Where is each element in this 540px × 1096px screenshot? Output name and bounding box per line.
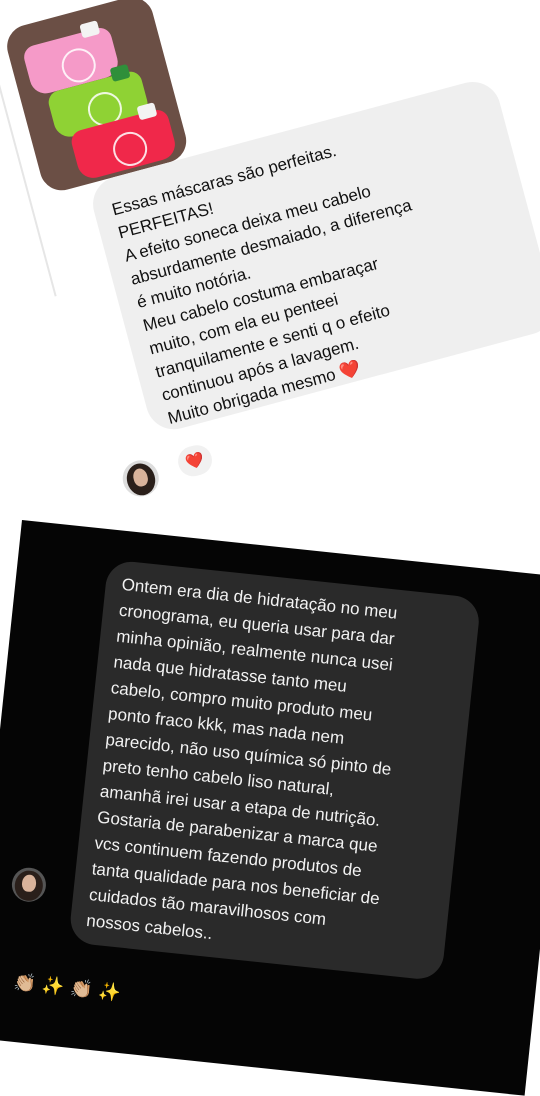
dark-message-bubble: Ontem era dia de hidratação no meu crono… — [68, 559, 482, 982]
dark-chat-screenshot: Ontem era dia de hidratação no meu crono… — [0, 520, 540, 1096]
heart-reaction[interactable]: ❤️ — [174, 441, 216, 480]
emoji-reaction-strip: 👏🏼✨👏🏼✨ — [12, 971, 128, 1004]
sender-avatar[interactable] — [118, 456, 163, 501]
sender-avatar[interactable] — [10, 866, 48, 904]
